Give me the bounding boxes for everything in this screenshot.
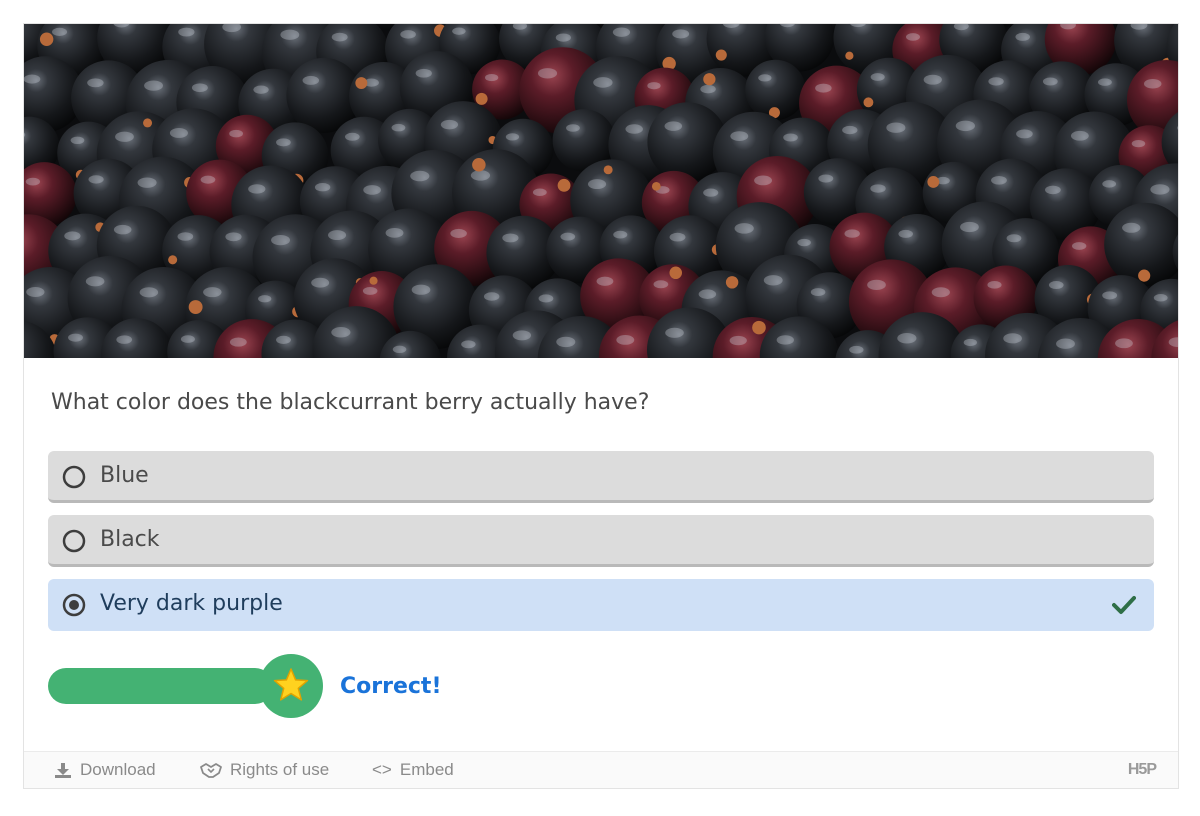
h5p-multichoice: What color does the blackcurrant berry a… xyxy=(23,23,1179,789)
download-button[interactable]: Download xyxy=(54,760,156,780)
radio-unchecked-icon[interactable] xyxy=(62,465,86,489)
radio-checked-icon[interactable] xyxy=(62,593,86,617)
berries-photo xyxy=(24,24,1178,358)
question-text: What color does the blackcurrant berry a… xyxy=(51,390,650,415)
answer-option-black[interactable]: Black xyxy=(48,515,1154,567)
embed-label: Embed xyxy=(399,760,454,779)
embed-button[interactable]: <> Embed xyxy=(372,760,454,780)
score-progress-bar xyxy=(48,668,273,704)
star-icon xyxy=(273,668,309,701)
checkmark-icon xyxy=(1112,596,1136,614)
answer-option-blue[interactable]: Blue xyxy=(48,451,1154,503)
download-label: Download xyxy=(80,760,156,779)
feedback-text: Correct! xyxy=(340,674,442,699)
hero-image xyxy=(24,24,1178,358)
answer-label: Blue xyxy=(100,463,149,488)
answer-option-very-dark-purple[interactable]: Very dark purple xyxy=(48,579,1154,631)
answer-label: Black xyxy=(100,527,160,552)
score-star-badge xyxy=(259,654,323,718)
berry xyxy=(745,59,806,121)
rights-of-use-button[interactable]: Rights of use xyxy=(200,760,329,780)
handshake-icon xyxy=(200,763,222,778)
h5p-actions-footer: Download Rights of use <> Embed H5P xyxy=(24,751,1178,788)
radio-unchecked-icon[interactable] xyxy=(62,529,86,553)
embed-icon: <> xyxy=(372,760,392,779)
answer-label: Very dark purple xyxy=(100,591,283,616)
h5p-logo: H5P xyxy=(1127,761,1157,778)
download-icon xyxy=(55,763,71,778)
rights-of-use-label: Rights of use xyxy=(230,760,330,779)
